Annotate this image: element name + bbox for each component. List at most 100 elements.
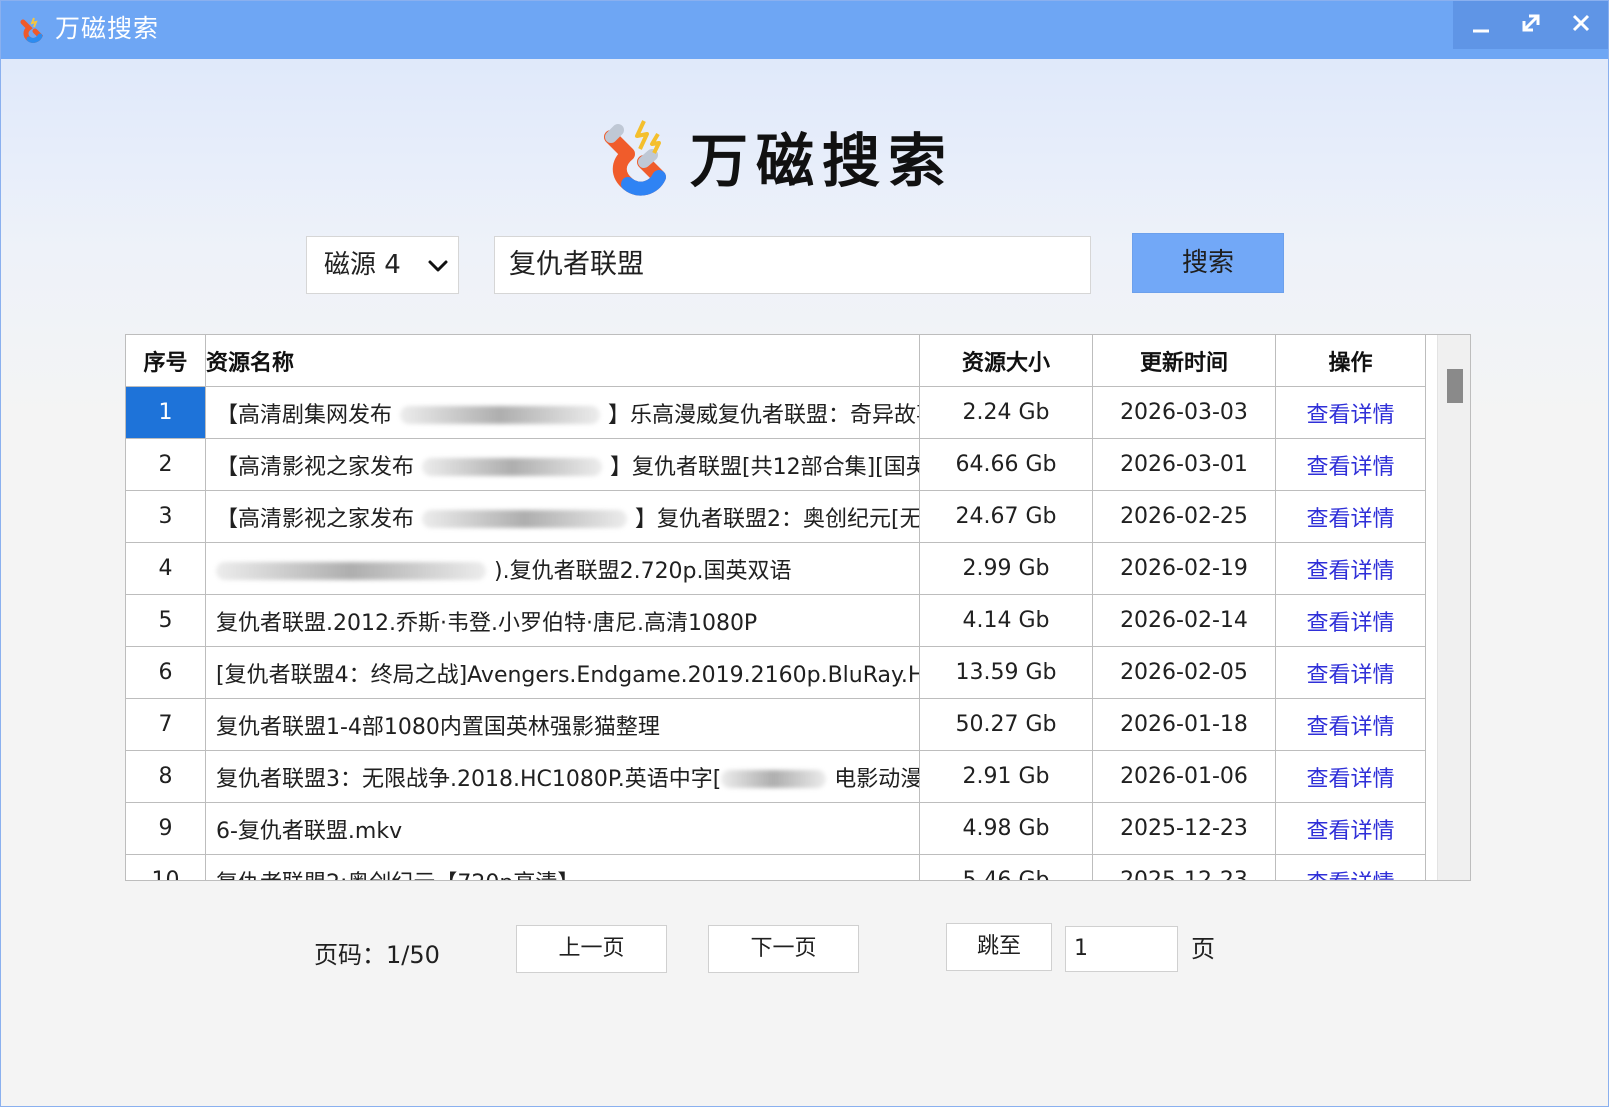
results-grid: 序号 资源名称 资源大小 更新时间 操作 1 【高清剧集网发布 】乐高漫威复仇者联… bbox=[126, 335, 1426, 881]
row-index[interactable]: 8 bbox=[126, 750, 206, 803]
table-row[interactable]: 7 复仇者联盟1-4部1080内置国英林强影猫整理 50.27 Gb 2026-… bbox=[126, 698, 1426, 751]
minimize-button[interactable] bbox=[1457, 1, 1505, 49]
update-time: 2026-02-05 bbox=[1092, 646, 1276, 699]
detail-cell: 查看详情 bbox=[1275, 438, 1426, 491]
window-title: 万磁搜索 bbox=[55, 14, 160, 43]
table-row[interactable]: 3 【高清影视之家发布 】复仇者联盟2：奥创纪元[无 24.67 Gb 2026-… bbox=[126, 490, 1426, 543]
detail-cell: 查看详情 bbox=[1275, 698, 1426, 751]
header-time[interactable]: 更新时间 bbox=[1092, 335, 1276, 387]
table-row[interactable]: 9 6-复仇者联盟.mkv 4.98 Gb 2025-12-23 查看详情 bbox=[126, 802, 1426, 855]
update-time: 2026-03-01 bbox=[1092, 438, 1276, 491]
view-detail-link[interactable]: 查看详情 bbox=[1306, 819, 1394, 844]
resource-name[interactable]: 复仇者联盟2:奥创纪元【720p高清】 bbox=[205, 854, 920, 880]
detail-cell: 查看详情 bbox=[1275, 386, 1426, 439]
view-detail-link[interactable]: 查看详情 bbox=[1306, 715, 1394, 740]
row-index[interactable]: 3 bbox=[126, 490, 206, 543]
view-detail-link[interactable]: 查看详情 bbox=[1306, 455, 1394, 480]
table-row[interactable]: 8 复仇者联盟3：无限战争.2018.HC1080P.英语中字[电影动漫 2.9… bbox=[126, 750, 1426, 803]
view-detail-link[interactable]: 查看详情 bbox=[1306, 663, 1394, 688]
source-select[interactable]: 磁源 4 bbox=[306, 236, 459, 294]
header-action[interactable]: 操作 bbox=[1275, 335, 1426, 387]
table-row[interactable]: 6 [复仇者联盟4：终局之战]Avengers.Endgame.2019.216… bbox=[126, 646, 1426, 699]
page-indicator: 页码：1/50 bbox=[314, 940, 440, 970]
title-bar[interactable]: 万磁搜索 bbox=[1, 1, 1608, 59]
update-time: 2025-12-23 bbox=[1092, 802, 1276, 855]
window-controls bbox=[1453, 1, 1608, 49]
resource-name-cell[interactable]: ).复仇者联盟2.720p.国英双语 bbox=[205, 542, 920, 595]
header-index[interactable]: 序号 bbox=[126, 335, 206, 387]
source-select-value: 磁源 4 bbox=[324, 250, 401, 280]
next-page-button[interactable]: 下一页 bbox=[708, 925, 859, 973]
vertical-scrollbar[interactable] bbox=[1437, 335, 1470, 880]
resource-name-prefix: 【高清影视之家发布 bbox=[216, 506, 415, 532]
resource-name[interactable]: 复仇者联盟.2012.乔斯·韦登.小罗伯特·唐尼.高清1080P bbox=[205, 594, 920, 647]
header-name[interactable]: 资源名称 bbox=[205, 335, 920, 387]
row-index[interactable]: 5 bbox=[126, 594, 206, 647]
resource-name[interactable]: 6-复仇者联盟.mkv bbox=[205, 802, 920, 855]
resource-name-suffix: 】乐高漫威复仇者联盟：奇异故事 bbox=[608, 402, 920, 428]
resource-name-prefix: 【高清剧集网发布 bbox=[216, 402, 393, 428]
view-detail-link[interactable]: 查看详情 bbox=[1306, 611, 1394, 636]
detail-cell: 查看详情 bbox=[1275, 646, 1426, 699]
view-detail-link[interactable]: 查看详情 bbox=[1306, 507, 1394, 532]
resource-name-cell[interactable]: 【高清影视之家发布 】复仇者联盟[共12部合集][国英 bbox=[205, 438, 920, 491]
close-icon bbox=[1572, 14, 1590, 32]
row-index[interactable]: 2 bbox=[126, 438, 206, 491]
table-row[interactable]: 5 复仇者联盟.2012.乔斯·韦登.小罗伯特·唐尼.高清1080P 4.14 … bbox=[126, 594, 1426, 647]
update-time: 2026-01-18 bbox=[1092, 698, 1276, 751]
resource-name-suffix: 】复仇者联盟[共12部合集][国英 bbox=[610, 454, 920, 480]
resource-name[interactable]: 复仇者联盟1-4部1080内置国英林强影猫整理 bbox=[205, 698, 920, 751]
row-index[interactable]: 10 bbox=[126, 854, 206, 880]
resource-size: 2.91 Gb bbox=[919, 750, 1093, 803]
resource-size: 4.98 Gb bbox=[919, 802, 1093, 855]
view-detail-link[interactable]: 查看详情 bbox=[1306, 871, 1394, 881]
blurred-text bbox=[400, 405, 601, 424]
brand-title: 万磁搜索 bbox=[690, 127, 955, 195]
table-row[interactable]: 10 复仇者联盟2:奥创纪元【720p高清】 5.46 Gb 2025-12-2… bbox=[126, 854, 1426, 881]
view-detail-link[interactable]: 查看详情 bbox=[1306, 559, 1394, 584]
chevron-down-icon bbox=[428, 260, 448, 272]
header-size[interactable]: 资源大小 bbox=[919, 335, 1093, 387]
table-row[interactable]: 2 【高清影视之家发布 】复仇者联盟[共12部合集][国英 64.66 Gb 20… bbox=[126, 438, 1426, 491]
search-input[interactable]: 复仇者联盟 bbox=[494, 236, 1091, 294]
page-number-input[interactable]: 1 bbox=[1065, 926, 1178, 972]
view-detail-link[interactable]: 查看详情 bbox=[1306, 403, 1394, 428]
row-index[interactable]: 9 bbox=[126, 802, 206, 855]
row-index[interactable]: 7 bbox=[126, 698, 206, 751]
update-time: 2026-03-03 bbox=[1092, 386, 1276, 439]
jump-button[interactable]: 跳至 bbox=[946, 923, 1052, 971]
resource-size: 50.27 Gb bbox=[919, 698, 1093, 751]
table-row[interactable]: 4 ).复仇者联盟2.720p.国英双语 2.99 Gb 2026-02-19 … bbox=[126, 542, 1426, 595]
page-unit: 页 bbox=[1191, 935, 1215, 963]
table-header-row: 序号 资源名称 资源大小 更新时间 操作 bbox=[126, 335, 1426, 387]
row-index[interactable]: 6 bbox=[126, 646, 206, 699]
row-index[interactable]: 4 bbox=[126, 542, 206, 595]
resource-name-suffix: ).复仇者联盟2.720p.国英双语 bbox=[494, 558, 792, 584]
maximize-button[interactable] bbox=[1507, 1, 1555, 49]
app-window: 万磁搜索 万磁搜索 磁源 4 复仇者联盟 搜索 序号 资源名称 资源大小 更新时… bbox=[0, 0, 1609, 1107]
search-button[interactable]: 搜索 bbox=[1132, 233, 1284, 293]
detail-cell: 查看详情 bbox=[1275, 854, 1426, 881]
resource-size: 2.24 Gb bbox=[919, 386, 1093, 439]
results-table[interactable]: 序号 资源名称 资源大小 更新时间 操作 1 【高清剧集网发布 】乐高漫威复仇者联… bbox=[125, 334, 1471, 881]
update-time: 2026-02-19 bbox=[1092, 542, 1276, 595]
scrollbar-thumb[interactable] bbox=[1447, 369, 1463, 403]
row-index[interactable]: 1 bbox=[126, 386, 206, 439]
resource-name[interactable]: [复仇者联盟4：终局之战]Avengers.Endgame.2019.2160p… bbox=[205, 646, 920, 699]
view-detail-link[interactable]: 查看详情 bbox=[1306, 767, 1394, 792]
table-row[interactable]: 1 【高清剧集网发布 】乐高漫威复仇者联盟：奇异故事 2.24 Gb 2026-0… bbox=[126, 386, 1426, 439]
resource-name-cell[interactable]: 【高清影视之家发布 】复仇者联盟2：奥创纪元[无 bbox=[205, 490, 920, 543]
resource-name-cell[interactable]: 复仇者联盟3：无限战争.2018.HC1080P.英语中字[电影动漫 bbox=[205, 750, 920, 803]
update-time: 2025-12-23 bbox=[1092, 854, 1276, 880]
maximize-icon bbox=[1522, 14, 1540, 32]
blurred-text bbox=[216, 561, 486, 580]
page-current: 1/50 bbox=[386, 941, 440, 969]
previous-page-button[interactable]: 上一页 bbox=[516, 925, 667, 973]
update-time: 2026-02-14 bbox=[1092, 594, 1276, 647]
page-label: 页码： bbox=[314, 941, 386, 969]
close-button[interactable] bbox=[1557, 1, 1605, 49]
resource-name-cell[interactable]: 【高清剧集网发布 】乐高漫威复仇者联盟：奇异故事 bbox=[205, 386, 920, 439]
update-time: 2026-01-06 bbox=[1092, 750, 1276, 803]
resource-name-prefix: 复仇者联盟3：无限战争.2018.HC1080P.英语中字[ bbox=[216, 766, 722, 792]
resource-name-prefix: 【高清影视之家发布 bbox=[216, 454, 415, 480]
